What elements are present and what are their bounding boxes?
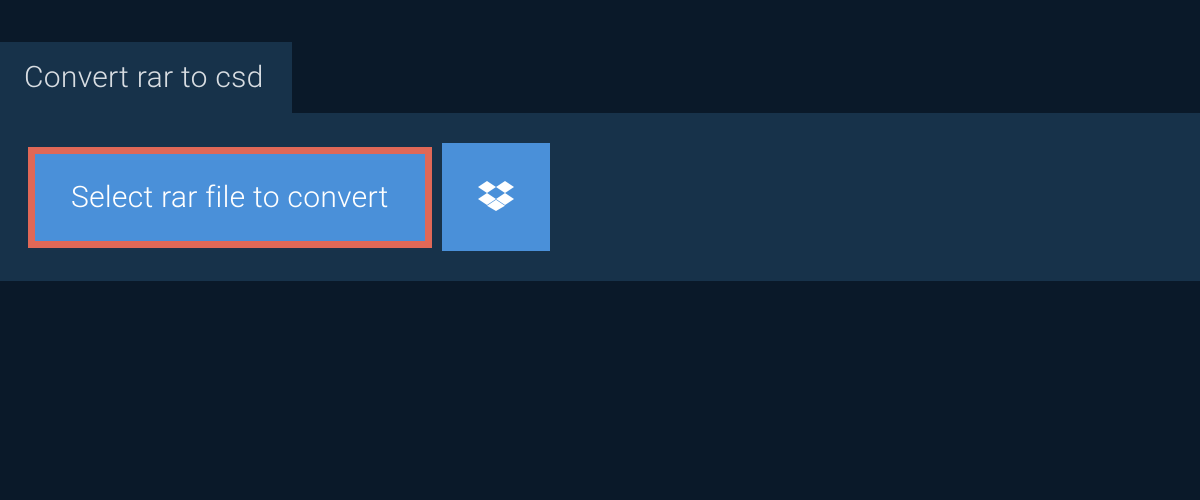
tab-label: Convert rar to csd bbox=[24, 60, 264, 95]
tab-bar: Convert rar to csd bbox=[0, 0, 1200, 113]
tab-convert[interactable]: Convert rar to csd bbox=[0, 42, 292, 113]
dropbox-button[interactable] bbox=[442, 143, 550, 251]
dropbox-icon bbox=[478, 178, 514, 217]
select-file-button[interactable]: Select rar file to convert bbox=[28, 147, 432, 248]
select-file-label: Select rar file to convert bbox=[71, 180, 389, 215]
conversion-panel: Select rar file to convert bbox=[0, 113, 1200, 281]
